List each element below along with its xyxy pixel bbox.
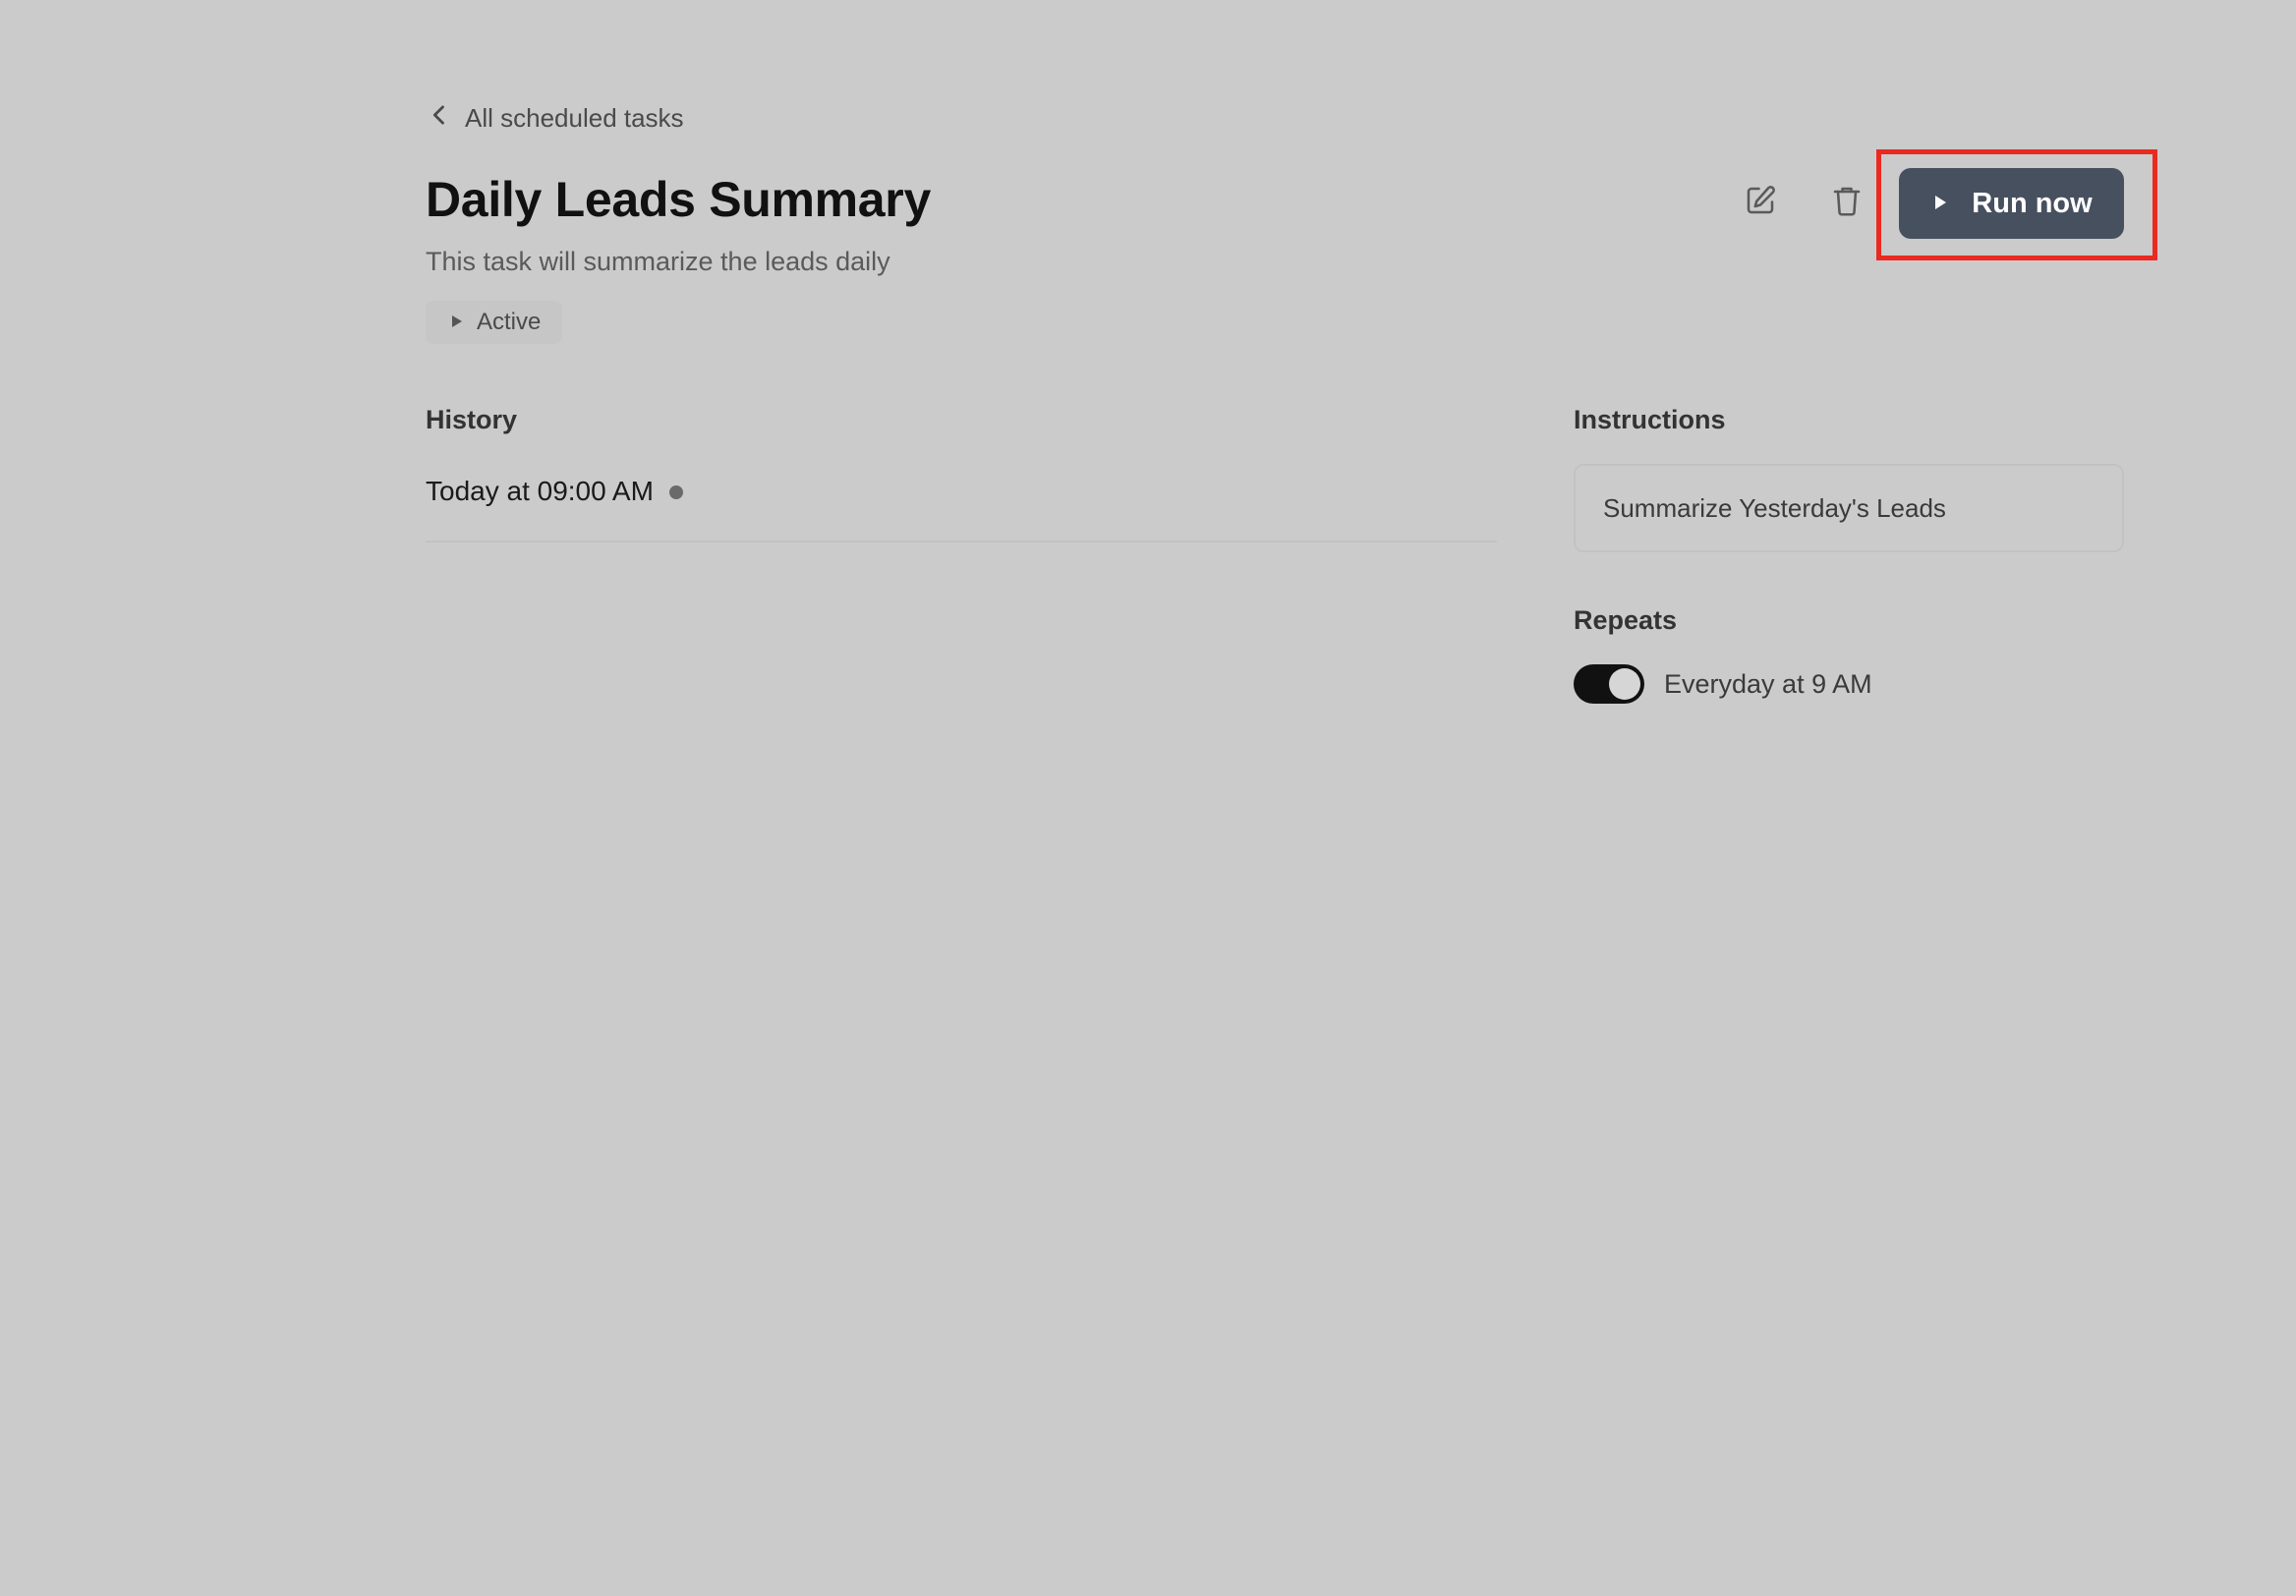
instructions-box: Summarize Yesterday's Leads xyxy=(1574,464,2124,552)
back-link-label: All scheduled tasks xyxy=(465,102,684,133)
back-link[interactable]: All scheduled tasks xyxy=(426,98,684,138)
run-now-label: Run now xyxy=(1972,187,2093,219)
trash-icon xyxy=(1829,183,1865,223)
history-heading: History xyxy=(426,405,518,434)
delete-button[interactable] xyxy=(1819,175,1874,230)
task-description: This task will summarize the leads daily xyxy=(426,247,890,276)
play-icon xyxy=(449,309,465,336)
status-badge: Active xyxy=(426,301,563,344)
status-label: Active xyxy=(477,309,542,335)
page-title: Daily Leads Summary xyxy=(426,172,931,227)
repeats-heading: Repeats xyxy=(1574,605,1678,635)
edit-icon xyxy=(1743,183,1778,223)
repeat-schedule-text: Everyday at 9 AM xyxy=(1664,669,1872,699)
run-now-button[interactable]: Run now xyxy=(1899,168,2124,239)
play-icon xyxy=(1930,188,1950,220)
history-time: Today at 09:00 AM xyxy=(426,476,654,506)
repeat-toggle[interactable] xyxy=(1574,664,1644,704)
history-status-dot xyxy=(668,485,683,499)
toggle-knob xyxy=(1609,668,1640,700)
edit-button[interactable] xyxy=(1733,175,1788,230)
chevron-left-icon xyxy=(426,101,453,136)
instructions-heading: Instructions xyxy=(1574,405,1726,434)
history-row[interactable]: Today at 09:00 AM xyxy=(426,472,1497,542)
instructions-text: Summarize Yesterday's Leads xyxy=(1603,492,1946,523)
